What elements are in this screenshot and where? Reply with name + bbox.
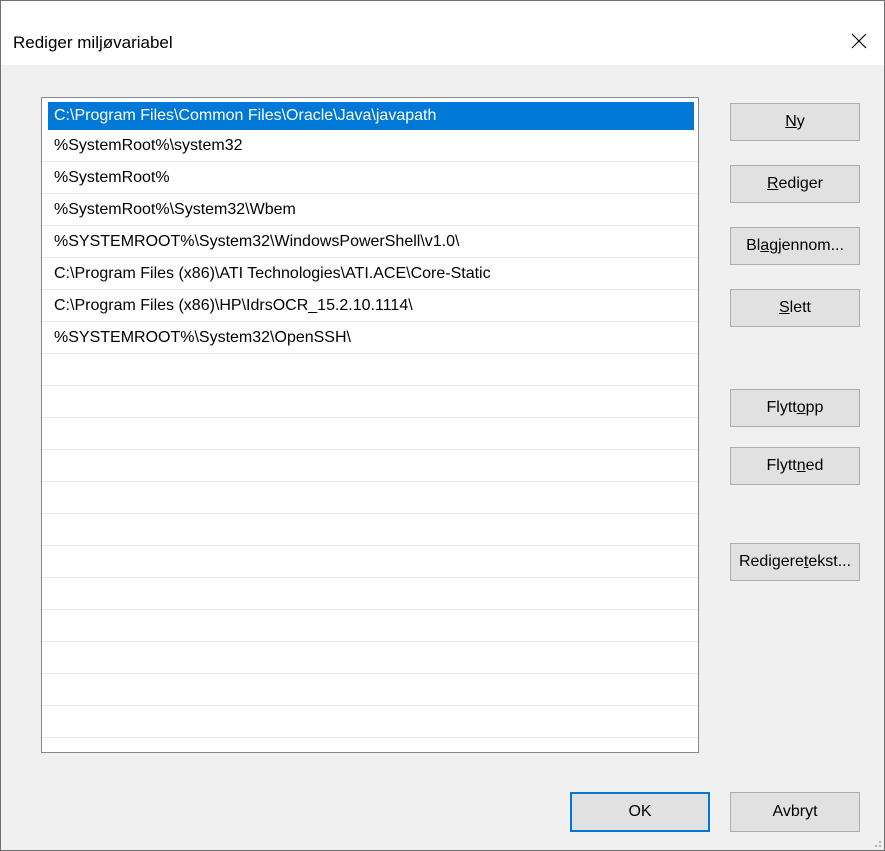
browse-button[interactable]: Bl a gjennom... xyxy=(730,227,860,265)
empty-list-row[interactable] xyxy=(42,674,698,706)
empty-list-row[interactable] xyxy=(42,642,698,674)
empty-list-row[interactable] xyxy=(42,450,698,482)
resize-grip-icon[interactable] xyxy=(872,838,882,848)
empty-list-row[interactable] xyxy=(42,546,698,578)
empty-list-row[interactable] xyxy=(42,706,698,738)
list-item[interactable]: %SystemRoot% xyxy=(42,162,698,194)
empty-list-row[interactable] xyxy=(42,514,698,546)
empty-list-row[interactable] xyxy=(42,482,698,514)
list-item[interactable]: %SYSTEMROOT%\System32\OpenSSH\ xyxy=(42,322,698,354)
empty-list-row[interactable] xyxy=(42,354,698,386)
edit-text-button[interactable]: Redigere t ekst... xyxy=(730,543,860,581)
ok-button[interactable]: OK xyxy=(570,792,710,832)
move-up-button[interactable]: Flytt o pp xyxy=(730,389,860,427)
empty-list-row[interactable] xyxy=(42,386,698,418)
list-item[interactable]: %SystemRoot%\system32 xyxy=(42,130,698,162)
delete-button[interactable]: Slett xyxy=(730,289,860,327)
close-icon xyxy=(851,33,867,49)
empty-list-row[interactable] xyxy=(42,578,698,610)
title-bar: Rediger miljøvariabel xyxy=(1,1,884,65)
list-item[interactable]: C:\Program Files (x86)\ATI Technologies\… xyxy=(42,258,698,290)
list-item[interactable]: C:\Program Files\Common Files\Oracle\Jav… xyxy=(48,102,694,130)
close-button[interactable] xyxy=(836,23,882,59)
list-item[interactable]: C:\Program Files (x86)\HP\IdrsOCR_15.2.1… xyxy=(42,290,698,322)
path-list[interactable]: C:\Program Files\Common Files\Oracle\Jav… xyxy=(41,97,699,753)
list-item[interactable]: %SYSTEMROOT%\System32\WindowsPowerShell\… xyxy=(42,226,698,258)
edit-button[interactable]: Rediger xyxy=(730,165,860,203)
empty-list-row[interactable] xyxy=(42,418,698,450)
edit-env-variable-dialog: Rediger miljøvariabel C:\Program Files\C… xyxy=(0,0,885,851)
new-button[interactable]: Ny xyxy=(730,103,860,141)
cancel-button[interactable]: Avbryt xyxy=(730,792,860,832)
move-down-button[interactable]: Flytt n ed xyxy=(730,447,860,485)
empty-list-row[interactable] xyxy=(42,610,698,642)
window-title: Rediger miljøvariabel xyxy=(13,33,173,52)
list-item[interactable]: %SystemRoot%\System32\Wbem xyxy=(42,194,698,226)
